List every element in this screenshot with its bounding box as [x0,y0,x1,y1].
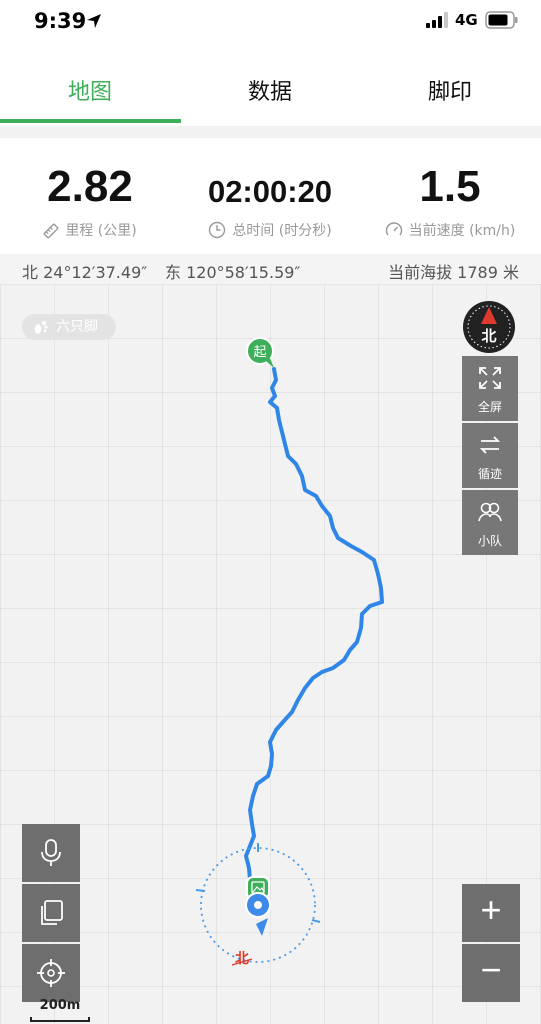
distance-value: 2.82 [47,162,133,211]
track-layer: 起 北 [195,337,384,967]
battery-icon [485,11,518,29]
map-view[interactable]: 起 北 六只脚 北 全屏 循迹 小队 + − 200m [0,284,541,1024]
fullscreen-button[interactable]: 全屏 [462,356,518,421]
time-value: 02:00:20 [207,174,333,209]
compass-label: 北 [481,327,496,345]
stat-speed: 1.5 当前速度 (km/h) [360,138,540,254]
zoom-out-button[interactable]: − [462,944,520,1002]
retrace-label: 循迹 [477,467,502,481]
stat-time: 02:00:20 总时间 (时分秒) [180,138,360,254]
speed-label: 当前速度 (km/h) [408,223,516,239]
longitude: 东 120°58′15.59″ [165,263,301,282]
microphone-button[interactable] [22,824,80,882]
time-label: 总时间 (时分秒) [232,223,332,239]
latitude: 北 24°12′37.49″ [22,263,148,282]
network-type: 4G [455,11,478,29]
zoom-in-label: + [480,889,502,930]
locate-button[interactable] [22,944,80,1002]
team-icon [478,502,502,522]
watermark-label: 六只脚 [56,319,98,335]
divider [0,126,541,138]
stat-distance: 2.82 里程 (公里) [0,138,180,254]
track-line [244,367,384,882]
top-tabs: 地图 数据 脚印 [0,44,541,126]
fullscreen-label: 全屏 [477,400,502,414]
signal-icon [426,12,448,28]
retrace-button[interactable]: 循迹 [462,423,518,488]
stats-panel: 2.82 里程 (公里) 02:00:20 总时间 (时分秒) 1.5 当前速度… [0,138,541,254]
location-arrow-icon [87,14,101,28]
ruler-icon [43,223,59,239]
tab-map[interactable]: 地图 [0,74,180,106]
speedometer-icon [385,222,402,236]
coordinates-bar: 北 24°12′37.49″ 东 120°58′15.59″ 当前海拔 1789… [0,254,541,284]
tab-footprint[interactable]: 脚印 [360,74,540,106]
tab-data[interactable]: 数据 [180,74,360,106]
zoom-in-button[interactable]: + [462,884,520,942]
circle-tick-right [311,919,321,923]
team-button[interactable]: 小队 [462,490,518,555]
status-bar: 9:39 4G [0,0,541,44]
locate-icon [37,959,65,987]
team-label: 小队 [477,534,502,548]
app-watermark: 六只脚 [22,314,116,340]
start-marker[interactable]: 起 [246,337,274,368]
zoom-out-label: − [480,949,502,990]
retrace-icon [479,436,501,454]
north-marker-label: 北 [235,951,249,967]
status-time: 9:39 [34,9,87,33]
copy-button[interactable] [22,884,80,942]
scale-bar [30,1017,90,1022]
clock-icon [209,221,226,239]
speed-value: 1.5 [419,162,481,211]
north-marker: 北 [231,951,253,967]
map-scale: 200m [30,998,90,1022]
start-marker-label: 起 [253,345,266,360]
footprint-icon [34,321,48,334]
fullscreen-icon [479,367,501,389]
altitude: 当前海拔 1789 米 [388,263,519,282]
scale-label: 200m [39,998,81,1013]
distance-label-wrap: 里程 (公里) [0,220,180,240]
circle-tick-left [195,889,206,892]
current-location-marker [245,892,271,936]
heading-arrow-icon [256,918,268,936]
copy-icon [41,900,63,925]
speed-label-wrap: 当前速度 (km/h) [360,220,540,240]
distance-label: 里程 (公里) [65,223,137,239]
microphone-icon [41,839,61,866]
active-tab-indicator [0,119,181,123]
compass-button[interactable]: 北 [462,300,516,354]
time-label-wrap: 总时间 (时分秒) [180,220,360,240]
